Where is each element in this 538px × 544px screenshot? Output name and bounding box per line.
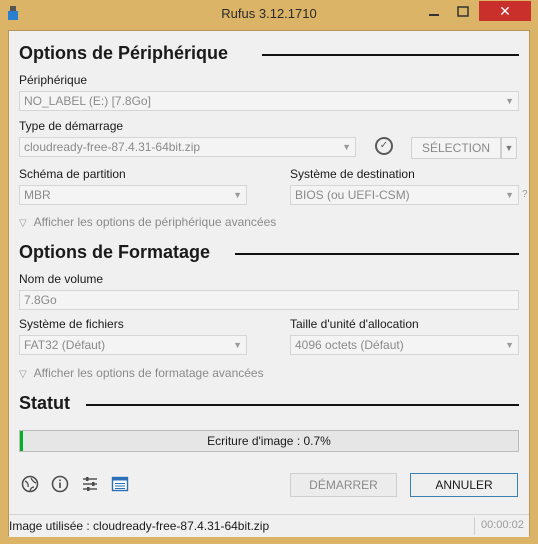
status-text: Image utilisée : cloudready-free-87.4.31… (9, 519, 270, 533)
start-button[interactable]: DÉMARRER (290, 473, 397, 497)
log-icon[interactable] (111, 475, 129, 493)
help-icon[interactable]: ? (522, 189, 528, 200)
globe-icon[interactable] (21, 475, 39, 493)
close-button[interactable]: ✕ (479, 1, 531, 21)
elapsed-time: 00:00:02 (481, 519, 524, 531)
title-bar[interactable]: Rufus 3.12.1710 ✕ (0, 0, 538, 30)
cancel-button[interactable]: ANNULER (410, 473, 518, 497)
device-advanced-label: Afficher les options de périphérique ava… (33, 215, 277, 229)
status-separator (474, 517, 475, 535)
status-section-title: Statut (19, 393, 70, 413)
filesystem-select[interactable]: FAT32 (Défaut) ▼ (19, 335, 247, 355)
settings-sliders-icon[interactable] (81, 475, 99, 493)
section-divider (86, 404, 519, 406)
cluster-size-value: 4096 octets (Défaut) (295, 338, 404, 352)
select-dropdown-button[interactable]: ▼ (501, 137, 517, 159)
volume-name-label: Nom de volume (19, 272, 104, 286)
chevron-down-icon: ▼ (233, 190, 242, 200)
cluster-size-label: Taille d'unité d'allocation (290, 317, 419, 331)
rufus-window: Rufus 3.12.1710 ✕ Options de Périphériqu… (0, 0, 538, 544)
filesystem-value: FAT32 (Défaut) (24, 338, 106, 352)
partition-scheme-value: MBR (24, 188, 51, 202)
device-label: Périphérique (19, 73, 88, 87)
maximize-icon[interactable] (449, 3, 477, 21)
cluster-size-select[interactable]: 4096 octets (Défaut) ▼ (290, 335, 519, 355)
format-section-title: Options de Formatage (19, 242, 211, 262)
partition-scheme-select[interactable]: MBR ▼ (19, 185, 247, 205)
chevron-down-icon: ▼ (233, 340, 242, 350)
boot-type-select[interactable]: cloudready-free-87.4.31-64bit.zip ▼ (19, 137, 356, 157)
main-panel: Options de Périphérique Périphérique NO_… (8, 30, 530, 537)
volume-name-input[interactable]: 7.8Go (19, 290, 519, 310)
target-system-select[interactable]: BIOS (ou UEFI-CSM) ▼ (290, 185, 519, 205)
chevron-down-icon: ▼ (505, 340, 514, 350)
chevron-down-icon: ▼ (505, 190, 514, 200)
progress-bar: Ecriture d'image : 0.7% (19, 430, 519, 452)
status-bar: Image utilisée : cloudready-free-87.4.31… (9, 514, 529, 537)
device-advanced-toggle[interactable]: ▽ Afficher les options de périphérique a… (19, 215, 276, 229)
chevron-down-icon: ▽ (19, 218, 27, 229)
minimize-icon[interactable] (420, 3, 448, 21)
device-select[interactable]: NO_LABEL (E:) [7.8Go] ▼ (19, 91, 519, 111)
device-select-value: NO_LABEL (E:) [7.8Go] (24, 94, 151, 108)
partition-scheme-label: Schéma de partition (19, 167, 126, 181)
chevron-down-icon: ▼ (342, 142, 351, 152)
chevron-down-icon: ▽ (19, 369, 27, 380)
chevron-down-icon: ▼ (505, 96, 514, 106)
progress-text: Ecriture d'image : 0.7% (207, 434, 331, 448)
section-divider (262, 54, 519, 56)
boot-type-value: cloudready-free-87.4.31-64bit.zip (24, 140, 201, 154)
target-system-label: Système de destination (290, 167, 415, 181)
device-section-title: Options de Périphérique (19, 43, 229, 63)
filesystem-label: Système de fichiers (19, 317, 124, 331)
check-hash-icon[interactable]: ✓ (375, 137, 393, 155)
format-advanced-toggle[interactable]: ▽ Afficher les options de formatage avan… (19, 366, 264, 380)
boot-type-label: Type de démarrage (19, 119, 124, 133)
section-divider (235, 253, 519, 255)
info-icon[interactable] (51, 475, 69, 493)
select-image-button[interactable]: SÉLECTION (411, 137, 501, 159)
target-system-value: BIOS (ou UEFI-CSM) (295, 188, 410, 202)
format-advanced-label: Afficher les options de formatage avancé… (33, 366, 264, 380)
